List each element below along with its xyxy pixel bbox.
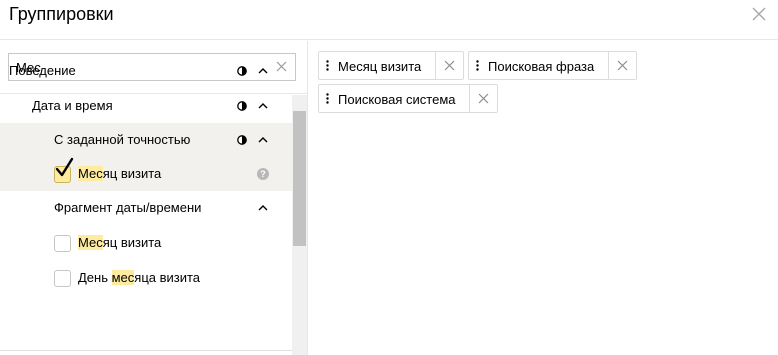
drag-handle-icon[interactable] (326, 93, 329, 104)
tree-item-label: День месяца визита (78, 270, 200, 285)
tree-item-behavior[interactable]: Поведение (0, 54, 292, 88)
remove-chip-icon[interactable] (469, 85, 498, 112)
tree-item-label: Месяц визита (78, 166, 161, 181)
scrollbar-thumb[interactable] (293, 111, 306, 246)
dialog-title: Группировки (9, 4, 114, 24)
tree-item-label: Дата и время (32, 98, 113, 113)
selected-grouping-chip[interactable]: Месяц визита (318, 51, 464, 80)
divider (0, 350, 292, 351)
dialog-header: Группировки (0, 0, 778, 40)
remove-chip-icon[interactable] (435, 52, 464, 79)
search-match: Мес (78, 166, 103, 181)
chevron-up-icon[interactable] (258, 136, 268, 144)
chip-label: Поисковая система (338, 92, 456, 107)
close-icon[interactable] (752, 7, 766, 21)
half-circle-icon[interactable] (237, 101, 247, 111)
drag-handle-icon[interactable] (326, 60, 329, 71)
drag-handle-icon[interactable] (476, 60, 479, 71)
help-icon[interactable]: ? (257, 168, 269, 180)
tree-item-datetime-fragment[interactable]: Фрагмент даты/времени (0, 191, 292, 225)
chip-label: Месяц визита (338, 59, 422, 74)
tree-item-visit-month-checked[interactable]: Месяц визита ? (0, 157, 292, 191)
label-pre: День (78, 270, 112, 285)
half-circle-icon[interactable] (237, 66, 247, 76)
chevron-up-icon[interactable] (258, 102, 268, 110)
chip-label: Поисковая фраза (488, 59, 595, 74)
tree-item-set-precision[interactable]: С заданной точностью (0, 123, 292, 157)
label-rest: яц визита (102, 166, 162, 181)
selected-grouping-chip[interactable]: Поисковая фраза (468, 51, 637, 80)
tree-item-label: Фрагмент даты/времени (54, 200, 202, 215)
label-rest: яц визита (102, 235, 162, 250)
tree-item-label: Месяц визита (78, 235, 161, 250)
tree-item-date-time[interactable]: Дата и время (0, 89, 292, 123)
label-rest: яца визита (134, 270, 201, 285)
search-match: мес (111, 270, 135, 285)
checkbox[interactable] (54, 166, 71, 183)
half-circle-icon[interactable] (237, 135, 247, 145)
groupings-tree: Поведение Дата и время С заданной точнос… (0, 54, 292, 314)
selected-grouping-chip[interactable]: Поисковая система (318, 84, 498, 113)
checkbox[interactable] (54, 235, 71, 252)
tree-item-label: С заданной точностью (54, 132, 191, 147)
tree-item-label: Поведение (9, 63, 76, 78)
remove-chip-icon[interactable] (608, 52, 637, 79)
chevron-up-icon[interactable] (258, 204, 268, 212)
tree-item-visit-month[interactable]: Месяц визита (0, 226, 292, 260)
tree-item-visit-day-of-month[interactable]: День месяца визита (0, 261, 292, 295)
chevron-up-icon[interactable] (258, 67, 268, 75)
scrollbar[interactable] (292, 95, 307, 355)
checkbox[interactable] (54, 270, 71, 287)
search-match: Мес (78, 235, 103, 250)
